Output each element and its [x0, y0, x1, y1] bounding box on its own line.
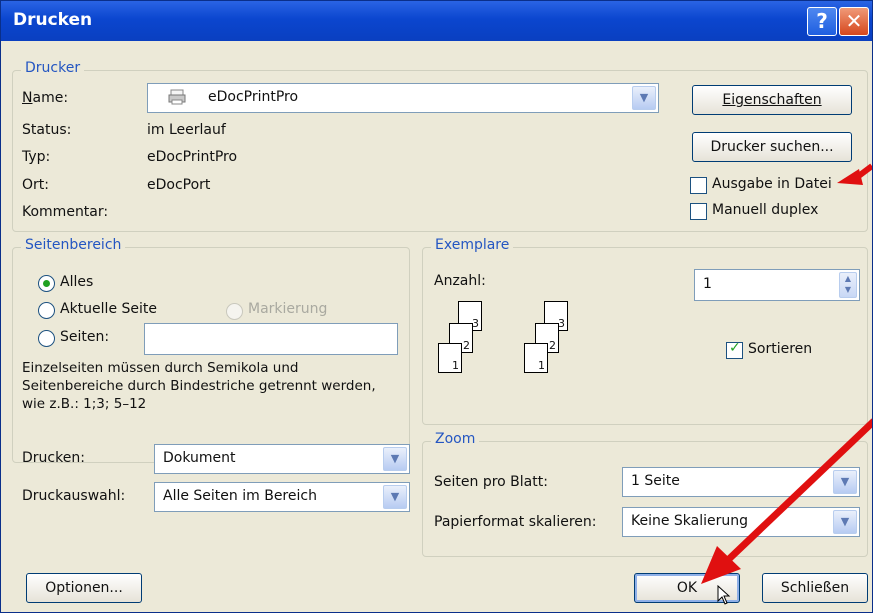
collated-pages-icon-2: 3 2 1 [518, 299, 578, 379]
zoom-legend: Zoom [431, 431, 480, 447]
mouse-cursor-icon [717, 585, 731, 605]
find-printer-button[interactable]: Drucker suchen... [692, 132, 852, 162]
copies-count-label: Anzahl: [434, 273, 486, 289]
zoom-group: Zoom [422, 431, 868, 557]
close-window-button[interactable]: ✕ [839, 7, 869, 36]
range-pages-radio[interactable] [38, 330, 55, 347]
chevron-down-icon[interactable]: ▼ [383, 485, 407, 509]
range-current-label[interactable]: Aktuelle Seite [60, 301, 157, 317]
print-selection-label: Druckauswahl: [22, 488, 126, 504]
copies-legend: Exemplare [431, 237, 514, 253]
chevron-down-icon[interactable]: ▼ [833, 470, 857, 494]
chevron-down-icon[interactable]: ▼ [632, 86, 656, 110]
pages-per-sheet-label: Seiten pro Blatt: [434, 474, 548, 490]
print-to-file-checkbox[interactable] [690, 177, 707, 194]
manual-duplex-checkbox[interactable] [690, 203, 707, 220]
scale-label: Papierformat skalieren: [434, 514, 597, 530]
print-dialog: Drucken ? ✕ Drucker Name: eDocPrintPro ▼… [0, 0, 873, 613]
printer-legend: Drucker [21, 60, 85, 76]
print-what-select[interactable]: Dokument ▼ [154, 444, 410, 474]
collated-pages-icon: 3 2 1 [432, 299, 492, 379]
type-label: Typ: [22, 149, 51, 165]
range-current-radio[interactable] [38, 302, 55, 319]
properties-button[interactable]: Eigenschaften [692, 85, 852, 115]
collate-checkbox[interactable]: ✓ [726, 340, 743, 359]
printer-select[interactable]: eDocPrintPro ▼ [147, 83, 659, 113]
chevron-down-icon[interactable]: ▼ [383, 447, 407, 471]
printer-icon [168, 89, 186, 105]
status-value: im Leerlauf [147, 122, 226, 138]
pages-input[interactable] [144, 323, 398, 355]
range-selection-radio [226, 303, 243, 320]
printer-name-label: Name: [22, 90, 69, 106]
help-button[interactable]: ? [807, 7, 837, 36]
chevron-down-icon[interactable]: ▼ [833, 510, 857, 534]
printer-name-value: eDocPrintPro [208, 89, 299, 105]
manual-duplex-label[interactable]: Manuell duplex [712, 202, 818, 218]
help-icon: ? [816, 9, 828, 33]
dialog-body: Drucker Name: eDocPrintPro ▼ Eigenschaft… [4, 41, 868, 609]
type-value: eDocPrintPro [147, 149, 238, 165]
title-bar[interactable]: Drucken ? ✕ [1, 1, 872, 41]
page-range-legend: Seitenbereich [21, 237, 126, 253]
spinner-icon[interactable]: ▲ ▼ [839, 272, 857, 298]
range-all-radio[interactable] [38, 275, 55, 292]
location-value: eDocPort [147, 177, 211, 193]
page-range-hint: Einzelseiten müssen durch Semikola und S… [22, 360, 376, 412]
range-selection-label: Markierung [248, 301, 328, 317]
close-icon: ✕ [845, 9, 863, 33]
status-label: Status: [22, 122, 72, 138]
print-selection-select[interactable]: Alle Seiten im Bereich ▼ [154, 482, 410, 512]
collate-label[interactable]: Sortieren [748, 341, 812, 357]
range-pages-label[interactable]: Seiten: [60, 329, 109, 345]
dialog-title: Drucken [13, 10, 93, 30]
comment-label: Kommentar: [22, 204, 109, 220]
print-what-label: Drucken: [22, 450, 85, 466]
options-button[interactable]: Optionen... [26, 573, 142, 603]
range-all-label[interactable]: Alles [60, 274, 93, 290]
check-icon: ✓ [729, 340, 741, 356]
print-to-file-label[interactable]: Ausgabe in Datei [712, 176, 832, 192]
location-label: Ort: [22, 177, 49, 193]
pages-per-sheet-select[interactable]: 1 Seite ▼ [622, 467, 860, 497]
close-button[interactable]: Schließen [762, 573, 868, 603]
copies-count-input[interactable]: 1 ▲ ▼ [694, 269, 860, 301]
scale-select[interactable]: Keine Skalierung ▼ [622, 507, 860, 537]
